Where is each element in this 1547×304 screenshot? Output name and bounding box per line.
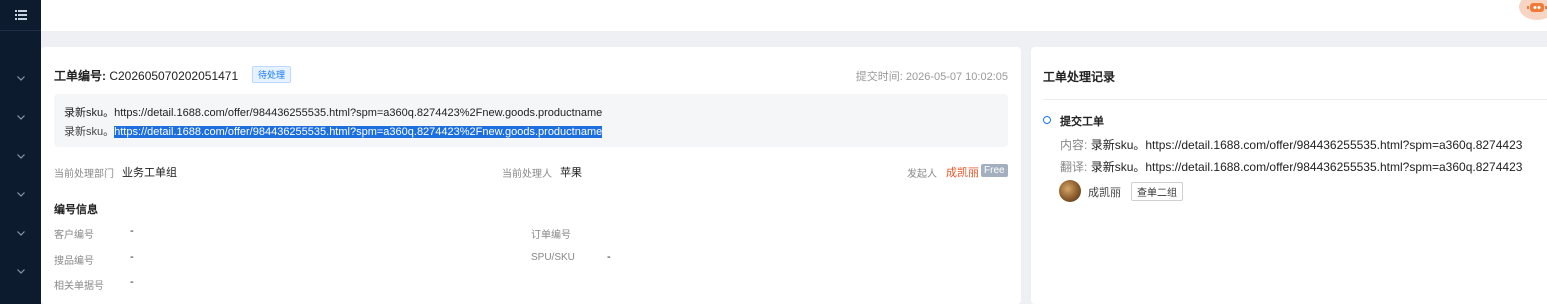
ticket-number: C202605070202051471 (109, 69, 239, 83)
sidebar-item-2[interactable] (16, 112, 26, 122)
translation-value: 录新sku。https://detail.1688.com/offer/9844… (1090, 160, 1523, 174)
handler-label: 当前处理人 (502, 169, 552, 180)
ticket-detail-card: 工单编号: C202605070202051471 待处理 提交时间: 2026… (41, 47, 1021, 304)
history-card: 工单处理记录 提交工单 内容: 录新sku。https://detail.168… (1031, 47, 1547, 304)
chevron-down-icon (17, 153, 25, 159)
timeline-event-title: 提交工单 (1060, 116, 1104, 128)
search-no-value: - (130, 251, 134, 263)
menu-toggle-button[interactable] (0, 0, 41, 31)
dept-label: 当前处理部门 (54, 169, 114, 180)
sidebar-item-3[interactable] (16, 151, 26, 161)
content-value: 录新sku。https://detail.1688.com/offer/9844… (1090, 138, 1523, 152)
avatar (1059, 180, 1081, 202)
history-title: 工单处理记录 (1043, 70, 1116, 84)
ticket-title: 工单编号: C202605070202051471 (54, 67, 238, 84)
divider (1043, 99, 1547, 100)
content-line-1: 录新sku。https://detail.1688.com/offer/9844… (64, 107, 603, 119)
ticket-content-box: 录新sku。https://detail.1688.com/offer/9844… (54, 94, 1008, 147)
user-group-tag: 查单二组 (1131, 182, 1183, 201)
dept-value: 业务工单组 (122, 167, 177, 179)
handler-value: 苹果 (560, 167, 582, 179)
submit-time: 提交时间: 2026-05-07 10:02:05 (856, 68, 1008, 84)
timeline-user-name: 成凯丽 (1088, 187, 1121, 199)
related-no-value: - (130, 276, 134, 288)
customer-no-value: - (130, 225, 134, 237)
chevron-down-icon (17, 191, 25, 197)
robot-icon (1527, 3, 1547, 12)
chevron-down-icon (17, 114, 25, 120)
spu-sku-value: - (607, 251, 611, 263)
initiator-name[interactable]: 成凯丽 (946, 164, 979, 180)
timeline-dot-icon (1043, 116, 1051, 124)
timeline-content: 内容: 录新sku。https://detail.1688.com/offer/… (1060, 136, 1522, 153)
sidebar-item-4[interactable] (16, 189, 26, 199)
section-title-numbers: 编号信息 (54, 204, 98, 216)
chevron-down-icon (17, 268, 25, 274)
chevron-down-icon (17, 75, 25, 81)
sidebar-item-1[interactable] (16, 73, 26, 83)
translation-label: 翻译: (1060, 160, 1088, 174)
submit-time-value: 2026-05-07 10:02:05 (905, 71, 1008, 83)
timeline-translation: 翻译: 录新sku。https://detail.1688.com/offer/… (1060, 158, 1522, 175)
content-link-selected[interactable]: https://detail.1688.com/offer/9844362555… (114, 126, 603, 138)
top-bar (41, 0, 1547, 31)
content-line-2: 录新sku。https://detail.1688.com/offer/9844… (64, 123, 603, 139)
initiator-label: 发起人 (907, 169, 937, 180)
content-label: 内容: (1060, 138, 1088, 152)
submit-time-label: 提交时间: (855, 71, 903, 83)
sidebar-item-5[interactable] (16, 228, 26, 238)
list-icon (14, 10, 27, 20)
spu-sku-label: SPU/SKU (531, 252, 575, 263)
status-badge: 待处理 (252, 66, 292, 83)
search-no-label: 搜品编号 (54, 256, 94, 267)
customer-no-label: 客户编号 (54, 230, 94, 241)
initiator-tag: Free (981, 164, 1008, 177)
order-no-label: 订单编号 (531, 230, 571, 241)
related-no-label: 相关单据号 (54, 281, 104, 292)
chevron-down-icon (17, 230, 25, 236)
sidebar (0, 0, 41, 304)
assistant-button[interactable] (1519, 0, 1547, 20)
content-line-2-prefix: 录新sku。 (64, 126, 115, 138)
ticket-title-label: 工单编号: (54, 69, 106, 83)
sidebar-item-6[interactable] (16, 266, 26, 276)
